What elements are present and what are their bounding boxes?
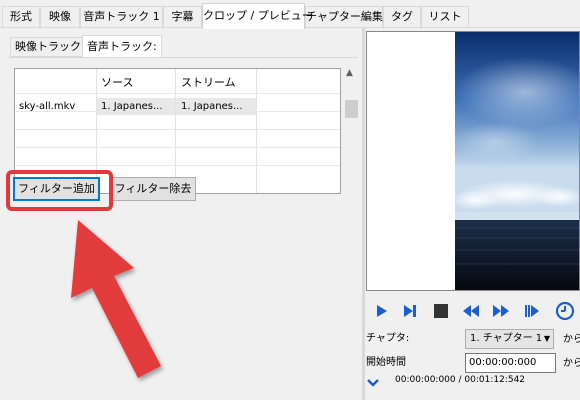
tab-list[interactable]: リスト bbox=[421, 6, 469, 27]
chapter-select[interactable]: 1. チャプター 1 ▼ bbox=[465, 329, 554, 349]
grid-cell-stream[interactable]: 1. Japanes... bbox=[176, 98, 256, 115]
start-time-label: 開始時間 bbox=[366, 357, 406, 368]
video-preview bbox=[366, 31, 580, 291]
red-arrow-annotation bbox=[71, 220, 161, 378]
tab-crop-preview[interactable]: クロップ / プレビュー bbox=[202, 3, 313, 29]
tab-audio-track-filter[interactable]: 音声トラック: bbox=[82, 35, 162, 58]
video-frame bbox=[455, 32, 579, 290]
play-icon[interactable] bbox=[372, 302, 390, 320]
vertical-scrollbar[interactable]: ▲ bbox=[344, 68, 358, 398]
tab-audio-track-1[interactable]: 音声トラック 1 bbox=[80, 6, 163, 27]
remove-filter-button[interactable]: フィルター除去 bbox=[110, 177, 196, 201]
grid-column-divider bbox=[256, 69, 257, 193]
grid-header-stream[interactable]: ストリーム bbox=[181, 74, 236, 90]
chapter-label: チャプタ: bbox=[366, 333, 410, 344]
position-readout: 00:00:00:000 / 00:01:12:542 bbox=[395, 375, 526, 385]
grid-row-divider bbox=[15, 147, 340, 148]
filter-panel: 映像トラック: 音声トラック: ソース ストリーム sky-all.mkv 1.… bbox=[0, 28, 362, 400]
grid-row-divider bbox=[15, 93, 340, 94]
chapter-from-label: から bbox=[563, 334, 580, 345]
scrollbar-thumb[interactable] bbox=[345, 100, 358, 118]
grid-header-source[interactable]: ソース bbox=[101, 74, 133, 90]
grid-row-divider bbox=[15, 165, 340, 166]
grid-cell-file[interactable]: sky-all.mkv bbox=[19, 98, 95, 115]
panel-splitter[interactable] bbox=[362, 28, 365, 400]
grid-cell-source[interactable]: 1. Japanes... bbox=[97, 98, 175, 115]
chevron-down-icon: ▼ bbox=[543, 334, 550, 343]
grid-column-divider bbox=[175, 69, 176, 193]
preview-image bbox=[455, 32, 579, 290]
rewind-icon[interactable] bbox=[462, 302, 480, 320]
start-time-input[interactable]: 00:00:00:000 bbox=[465, 353, 556, 373]
highlight-box bbox=[6, 170, 113, 211]
fast-forward-icon[interactable] bbox=[492, 302, 510, 320]
tab-format[interactable]: 形式 bbox=[2, 6, 40, 27]
grid-row-divider bbox=[15, 129, 340, 130]
start-time-from-label: から bbox=[563, 358, 580, 369]
chapter-select-value: 1. チャプター 1 bbox=[470, 333, 543, 344]
tab-chapter-edit[interactable]: チャプター編集 bbox=[305, 6, 383, 27]
expand-chevron-icon[interactable] bbox=[366, 377, 380, 389]
tab-subtitles[interactable]: 字幕 bbox=[163, 6, 202, 27]
playback-controls: チャプタ: 1. チャプター 1 ▼ から 開始時間 00:00:00:000 … bbox=[366, 293, 580, 400]
scroll-up-icon[interactable]: ▲ bbox=[346, 68, 353, 78]
stop-icon[interactable] bbox=[432, 302, 450, 320]
play-next-icon[interactable] bbox=[401, 302, 419, 320]
main-tabstrip: 形式 映像 音声トラック 1 字幕 クロップ / プレビュー チャプター編集 タ… bbox=[0, 0, 580, 29]
tab-tags[interactable]: タグ bbox=[383, 6, 421, 27]
frame-step-icon[interactable] bbox=[523, 302, 541, 320]
tab-video[interactable]: 映像 bbox=[40, 6, 80, 27]
clock-icon[interactable] bbox=[555, 301, 575, 321]
subtab-baseline bbox=[8, 57, 358, 58]
tab-video-track-filter[interactable]: 映像トラック: bbox=[10, 37, 90, 57]
